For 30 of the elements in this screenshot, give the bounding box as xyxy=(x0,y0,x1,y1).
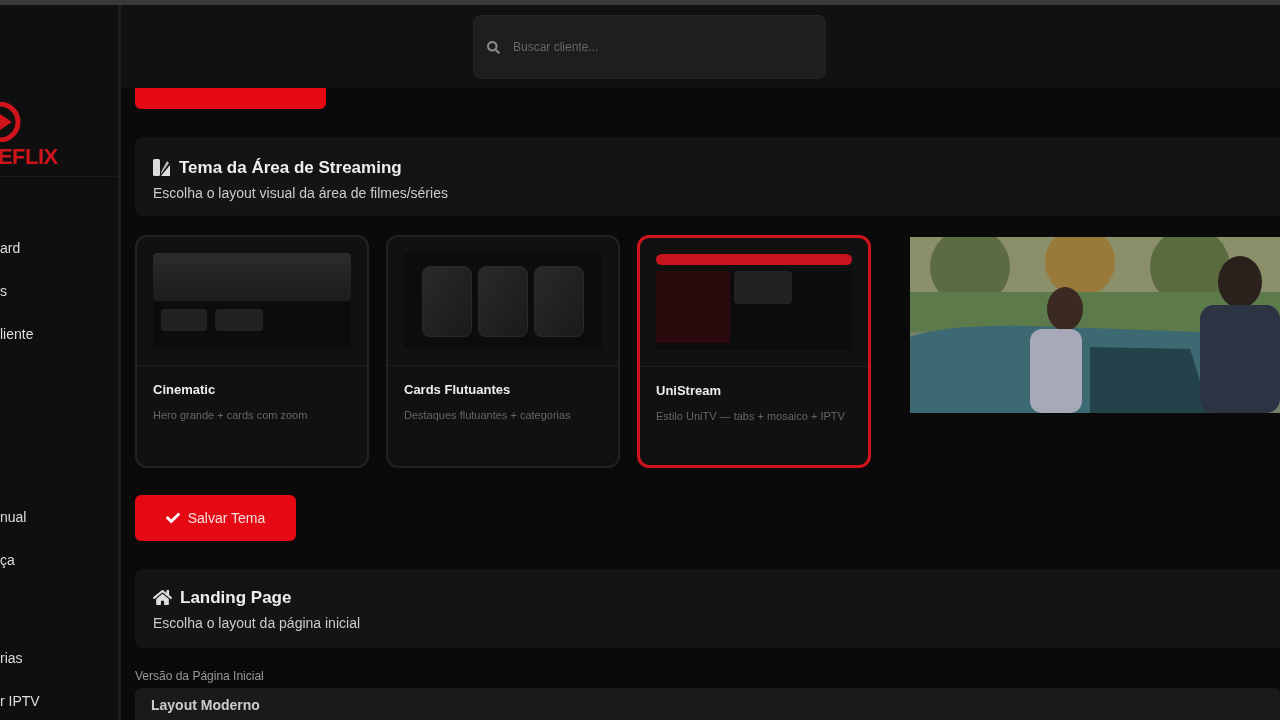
save-button[interactable] xyxy=(135,88,326,109)
theme-card[interactable]: Cinematic Hero grande + cards com zoom xyxy=(135,235,369,468)
section-subtitle: Escolha o layout da página inicial xyxy=(153,613,362,633)
sidebar-item[interactable]: ard xyxy=(0,237,118,259)
theme-card[interactable]: UniStream Estilo UniTV — tabs + mosaico + IPTV xyxy=(637,235,871,468)
section-subtitle: Escolha o layout visual da área de filmes/séries xyxy=(153,183,449,203)
palette-icon xyxy=(153,159,171,177)
theme-description: Estilo UniTV — tabs + mosaico + IPTV xyxy=(656,408,846,424)
theme-card[interactable]: Cards Flutuantes Destaques flutuantes + categorias xyxy=(386,235,620,468)
theme-description: Destaques flutuantes + categorias xyxy=(404,407,572,423)
section-title: Tema da Área de Streaming xyxy=(179,157,402,179)
sidebar-item[interactable]: ça xyxy=(0,549,118,571)
home-icon xyxy=(153,589,172,607)
sidebar-item[interactable]: s xyxy=(0,280,118,302)
check-icon xyxy=(165,511,180,525)
search-icon xyxy=(487,40,500,54)
theme-name: UniStream xyxy=(656,382,723,400)
section-title: Landing Page xyxy=(180,587,292,609)
theme-name: Cinematic xyxy=(153,381,217,399)
theme-name: Cards Flutuantes xyxy=(404,381,512,399)
field-label: Versão da Página Inicial xyxy=(135,668,265,685)
logo: EFLIX xyxy=(0,146,59,168)
sidebar-item[interactable]: liente xyxy=(0,323,118,345)
sidebar-item[interactable]: r IPTV xyxy=(0,690,118,712)
save-theme-button[interactable]: Salvar Tema xyxy=(135,495,296,541)
sidebar-item[interactable]: rias xyxy=(0,647,118,669)
theme-description: Hero grande + cards com zoom xyxy=(153,407,309,423)
search-field[interactable]: Buscar cliente... xyxy=(473,14,826,79)
version-select[interactable]: Layout Moderno xyxy=(135,688,1280,720)
sidebar-item[interactable]: nual xyxy=(0,506,118,528)
